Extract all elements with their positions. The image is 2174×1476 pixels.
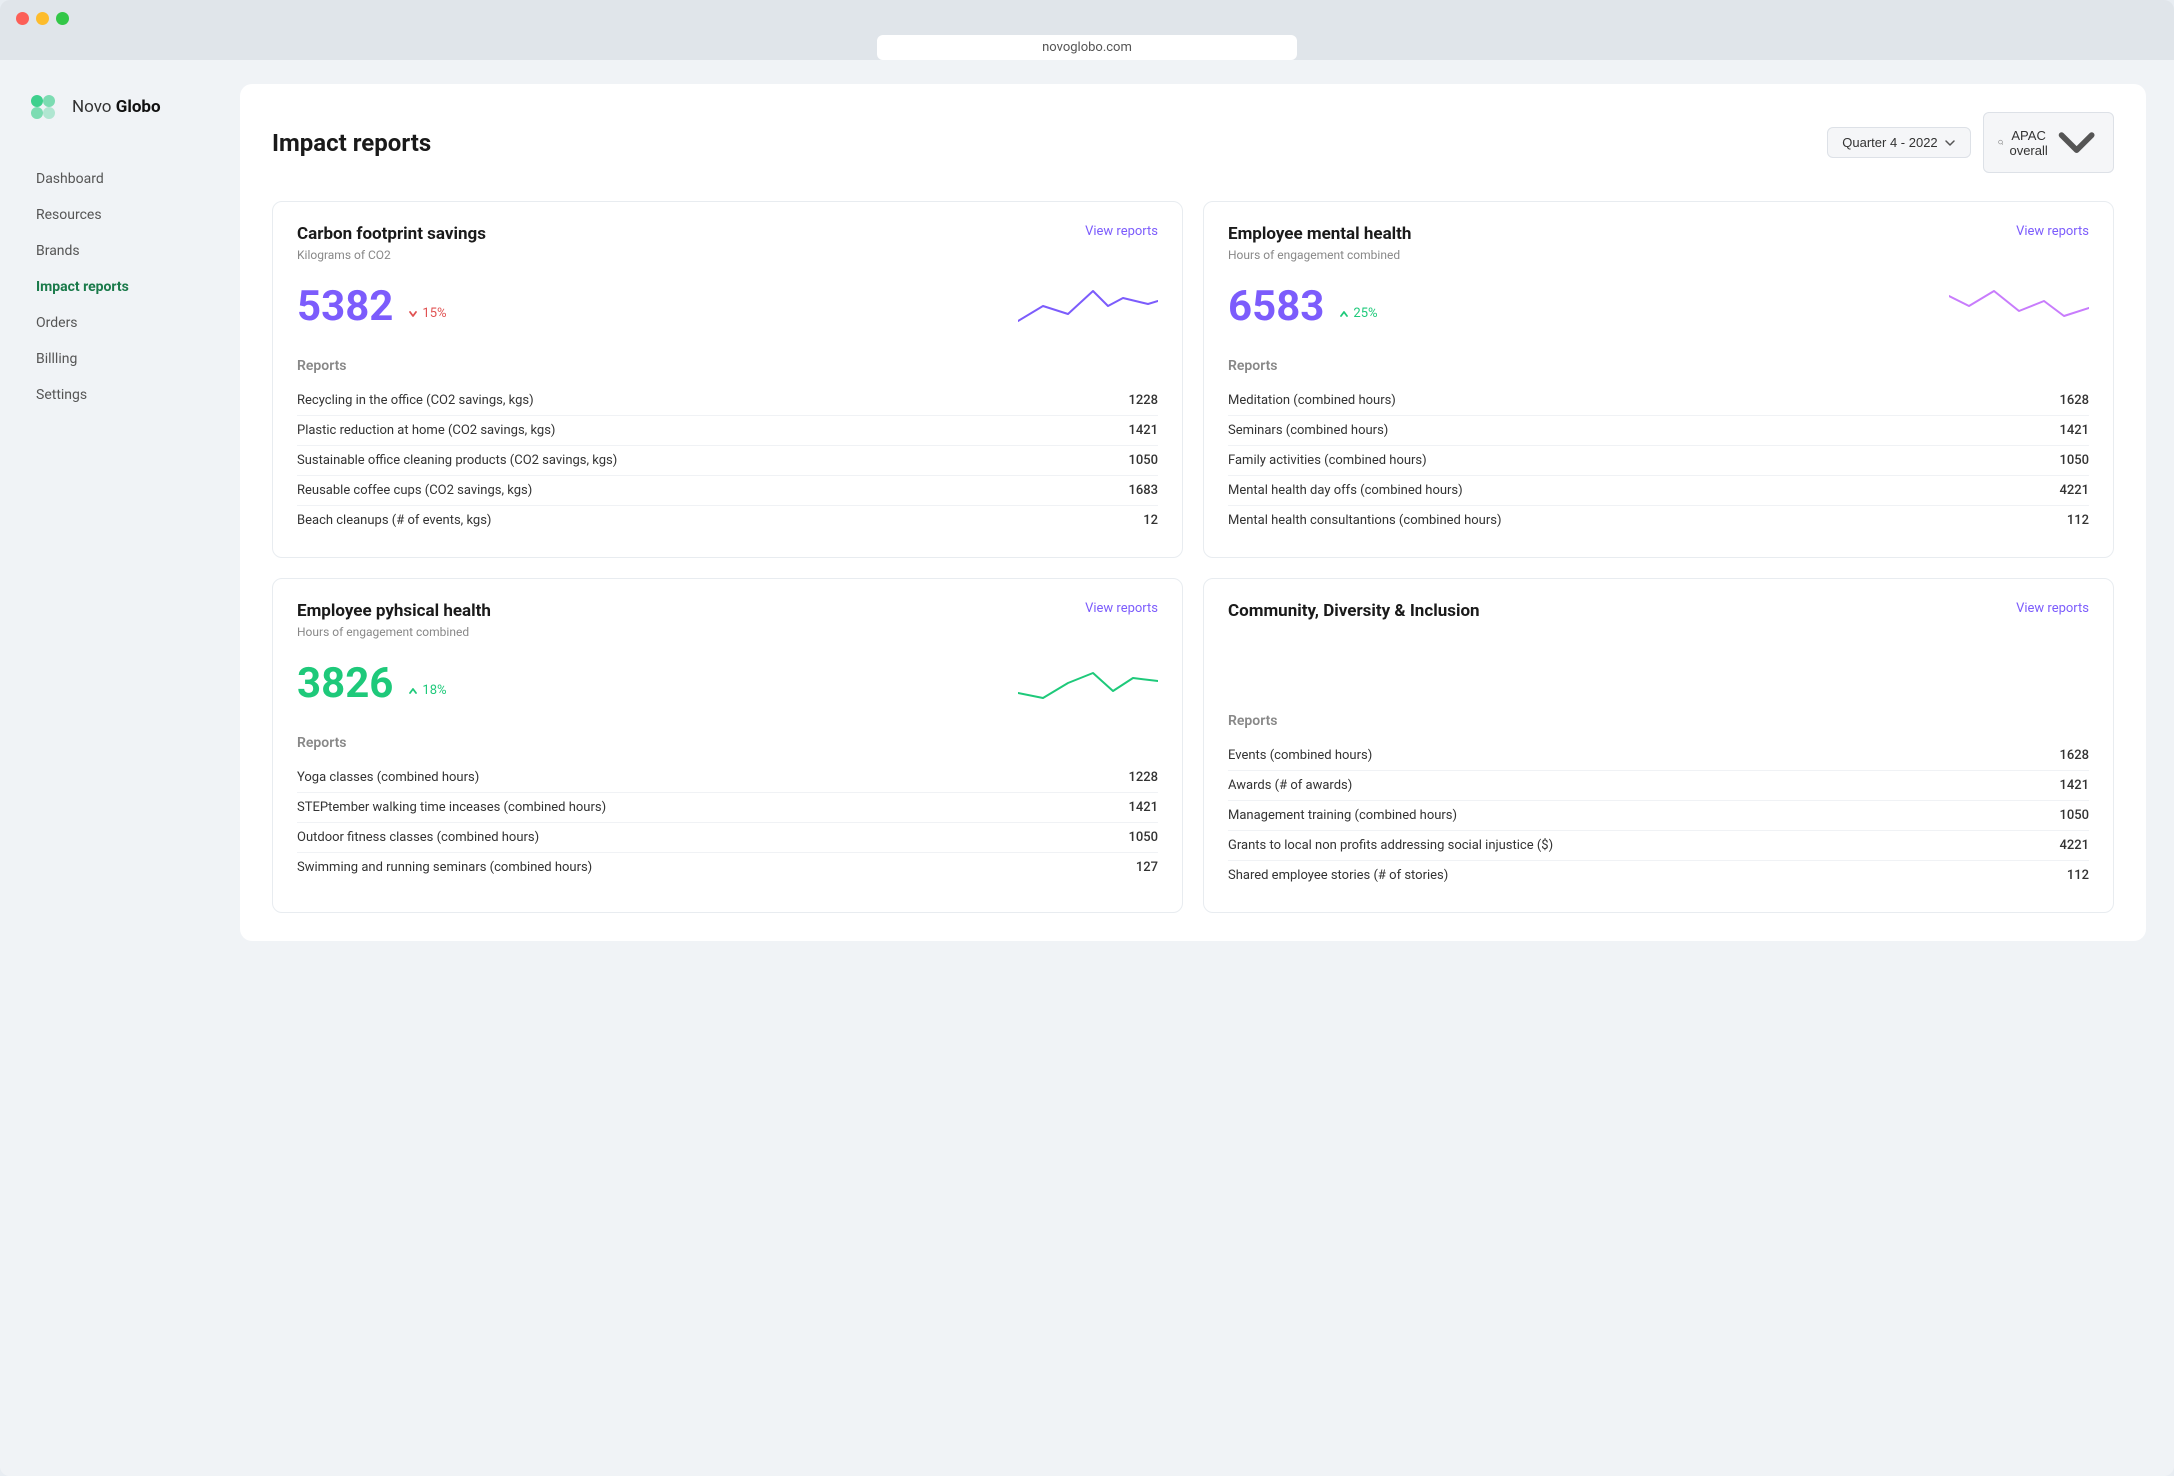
physical-health-metric-row: 3826 18% <box>297 653 1158 713</box>
main-content: Impact reports Quarter 4 - 2022 APAC ove… <box>220 60 2174 1476</box>
page-title: Impact reports <box>272 129 431 157</box>
physical-health-card: Employee pyhsical health View reports Ho… <box>272 578 1183 913</box>
carbon-footprint-card: Carbon footprint savings View reports Ki… <box>272 201 1183 558</box>
carbon-card-title: Carbon footprint savings <box>297 224 486 244</box>
carbon-view-reports-link[interactable]: View reports <box>1085 224 1158 239</box>
table-row: Sustainable office cleaning products (CO… <box>297 446 1158 476</box>
down-arrow-icon <box>407 308 419 320</box>
table-row: Seminars (combined hours) 1421 <box>1228 416 2089 446</box>
table-row: Shared employee stories (# of stories) 1… <box>1228 861 2089 890</box>
sidebar-item-brands[interactable]: Brands <box>24 234 196 268</box>
search-icon <box>1998 136 2004 149</box>
physical-health-metric-change: 18% <box>407 683 446 698</box>
physical-health-card-subtitle: Hours of engagement combined <box>297 625 1158 639</box>
app-container: Novo Globo Dashboard Resources Brands Im… <box>0 60 2174 1476</box>
carbon-metric-row: 5382 15% <box>297 276 1158 336</box>
physical-health-metric-left: 3826 18% <box>297 659 447 708</box>
logo-icon <box>24 88 62 126</box>
mental-health-metric-value: 6583 <box>1228 282 1324 331</box>
table-row: Plastic reduction at home (CO2 savings, … <box>297 416 1158 446</box>
carbon-metric-value: 5382 <box>297 282 393 331</box>
close-dot <box>16 12 29 25</box>
header-controls: Quarter 4 - 2022 APAC overall <box>1827 112 2114 173</box>
community-view-reports-link[interactable]: View reports <box>2016 601 2089 616</box>
fullscreen-dot <box>56 12 69 25</box>
physical-health-reports-section-title: Reports <box>297 731 1158 751</box>
sidebar-item-dashboard[interactable]: Dashboard <box>24 162 196 196</box>
page-header: Impact reports Quarter 4 - 2022 APAC ove… <box>272 112 2114 173</box>
mental-health-metric-left: 6583 25% <box>1228 282 1378 331</box>
minimize-dot <box>36 12 49 25</box>
table-row: Recycling in the office (CO2 savings, kg… <box>297 386 1158 416</box>
logo-text: Novo Globo <box>72 97 161 117</box>
reports-grid: Carbon footprint savings View reports Ki… <box>272 201 2114 913</box>
carbon-report-rows: Recycling in the office (CO2 savings, kg… <box>297 386 1158 535</box>
table-row: STEPtember walking time inceases (combin… <box>297 793 1158 823</box>
mental-health-report-rows: Meditation (combined hours) 1628 Seminar… <box>1228 386 2089 535</box>
community-reports-section-title: Reports <box>1228 709 2089 729</box>
table-row: Awards (# of awards) 1421 <box>1228 771 2089 801</box>
mental-health-view-reports-link[interactable]: View reports <box>2016 224 2089 239</box>
table-row: Outdoor fitness classes (combined hours)… <box>297 823 1158 853</box>
address-bar[interactable]: novoglobo.com <box>877 35 1297 60</box>
carbon-reports-section-title: Reports <box>297 354 1158 374</box>
physical-health-card-title: Employee pyhsical health <box>297 601 491 621</box>
table-row: Yoga classes (combined hours) 1228 <box>297 763 1158 793</box>
quarter-filter-dropdown[interactable]: Quarter 4 - 2022 <box>1827 127 1970 158</box>
mental-health-metric-row: 6583 25% <box>1228 276 2089 336</box>
physical-health-report-rows: Yoga classes (combined hours) 1228 STEPt… <box>297 763 1158 882</box>
up-arrow-icon <box>1338 308 1350 320</box>
table-row: Grants to local non profits addressing s… <box>1228 831 2089 861</box>
mental-health-reports-section-title: Reports <box>1228 354 2089 374</box>
table-row: Family activities (combined hours) 1050 <box>1228 446 2089 476</box>
browser-dots <box>16 12 2158 25</box>
sidebar-item-billing[interactable]: Billling <box>24 342 196 376</box>
mental-health-card-header: Employee mental health View reports <box>1228 224 2089 244</box>
sidebar-nav: Dashboard Resources Brands Impact report… <box>24 162 196 412</box>
physical-health-view-reports-link[interactable]: View reports <box>1085 601 1158 616</box>
table-row: Reusable coffee cups (CO2 savings, kgs) … <box>297 476 1158 506</box>
sidebar-item-settings[interactable]: Settings <box>24 378 196 412</box>
table-row: Swimming and running seminars (combined … <box>297 853 1158 882</box>
community-card-header: Community, Diversity & Inclusion View re… <box>1228 601 2089 621</box>
table-row: Management training (combined hours) 105… <box>1228 801 2089 831</box>
table-row: Mental health day offs (combined hours) … <box>1228 476 2089 506</box>
mental-health-metric-change: 25% <box>1338 306 1377 321</box>
sidebar-item-orders[interactable]: Orders <box>24 306 196 340</box>
carbon-metric-left: 5382 15% <box>297 282 447 331</box>
physical-health-card-header: Employee pyhsical health View reports <box>297 601 1158 621</box>
community-report-rows: Events (combined hours) 1628 Awards (# o… <box>1228 741 2089 890</box>
table-row: Mental health consultantions (combined h… <box>1228 506 2089 535</box>
sidebar: Novo Globo Dashboard Resources Brands Im… <box>0 60 220 1476</box>
table-row: Meditation (combined hours) 1628 <box>1228 386 2089 416</box>
table-row: Beach cleanups (# of events, kgs) 12 <box>297 506 1158 535</box>
mental-health-card-subtitle: Hours of engagement combined <box>1228 248 2089 262</box>
browser-chrome: novoglobo.com <box>0 0 2174 60</box>
table-row: Events (combined hours) 1628 <box>1228 741 2089 771</box>
content-card: Impact reports Quarter 4 - 2022 APAC ove… <box>240 84 2146 941</box>
mental-health-card: Employee mental health View reports Hour… <box>1203 201 2114 558</box>
chevron-down-icon-region <box>2054 120 2099 165</box>
logo: Novo Globo <box>24 88 196 126</box>
sidebar-item-impact-reports[interactable]: Impact reports <box>24 270 196 304</box>
carbon-sparkline <box>1018 276 1158 336</box>
community-spacer <box>1228 625 2089 695</box>
physical-health-metric-value: 3826 <box>297 659 393 708</box>
mental-health-card-title: Employee mental health <box>1228 224 1411 244</box>
carbon-metric-change: 15% <box>407 306 446 321</box>
carbon-card-header: Carbon footprint savings View reports <box>297 224 1158 244</box>
chevron-down-icon <box>1944 137 1956 149</box>
community-card: Community, Diversity & Inclusion View re… <box>1203 578 2114 913</box>
sidebar-item-resources[interactable]: Resources <box>24 198 196 232</box>
carbon-card-subtitle: Kilograms of CO2 <box>297 248 1158 262</box>
region-filter-dropdown[interactable]: APAC overall <box>1983 112 2114 173</box>
physical-health-sparkline <box>1018 653 1158 713</box>
community-card-title: Community, Diversity & Inclusion <box>1228 601 1480 621</box>
mental-health-sparkline <box>1949 276 2089 336</box>
up-arrow-icon-2 <box>407 685 419 697</box>
